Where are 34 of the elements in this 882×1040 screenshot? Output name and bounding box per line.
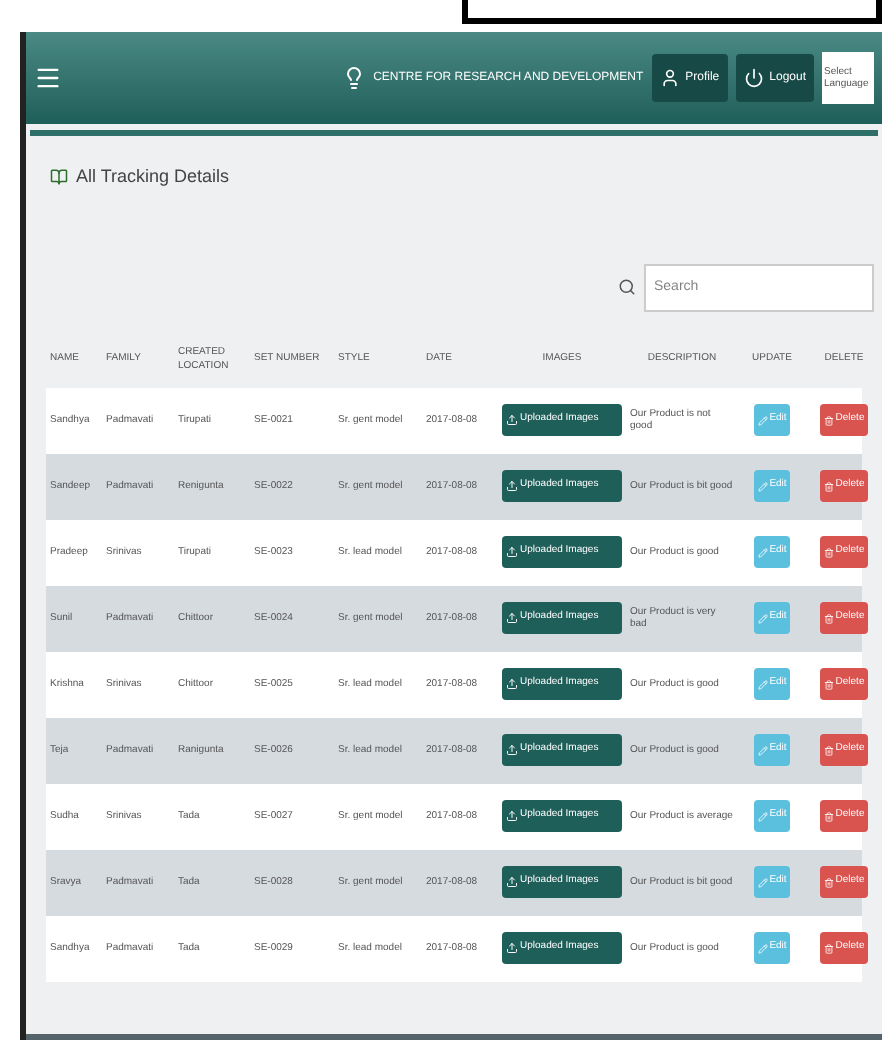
upload-icon: [506, 612, 518, 624]
trash-icon: [823, 811, 834, 821]
power-icon: [743, 68, 764, 88]
upload-icon: [506, 744, 518, 756]
trash-icon: [823, 415, 834, 425]
trash-icon: [823, 745, 834, 755]
upload-icon: [506, 480, 518, 492]
trash-icon: [823, 877, 834, 887]
pencil-icon: [757, 613, 768, 623]
trash-icon: [823, 613, 834, 623]
upload-icon: [506, 942, 518, 954]
bulb-icon: [341, 66, 366, 90]
pencil-icon: [757, 811, 768, 821]
trash-icon: [823, 547, 834, 557]
search-icon: [618, 278, 636, 296]
upload-icon: [506, 546, 518, 558]
menu-icon[interactable]: [34, 64, 62, 92]
trash-icon: [823, 679, 834, 689]
book-icon: [50, 168, 68, 187]
pencil-icon: [757, 415, 768, 425]
upload-icon: [506, 876, 518, 888]
pencil-icon: [757, 745, 768, 755]
upload-icon: [506, 414, 518, 426]
user-icon: [659, 68, 680, 88]
upload-icon: [506, 678, 518, 690]
pencil-icon: [757, 547, 768, 557]
pencil-icon: [757, 679, 768, 689]
pencil-icon: [757, 943, 768, 953]
upload-icon: [506, 810, 518, 822]
page-title: All Tracking Details: [76, 164, 230, 190]
trash-icon: [823, 481, 834, 491]
trash-icon: [823, 943, 834, 953]
pencil-icon: [757, 877, 768, 887]
pencil-icon: [757, 481, 768, 491]
